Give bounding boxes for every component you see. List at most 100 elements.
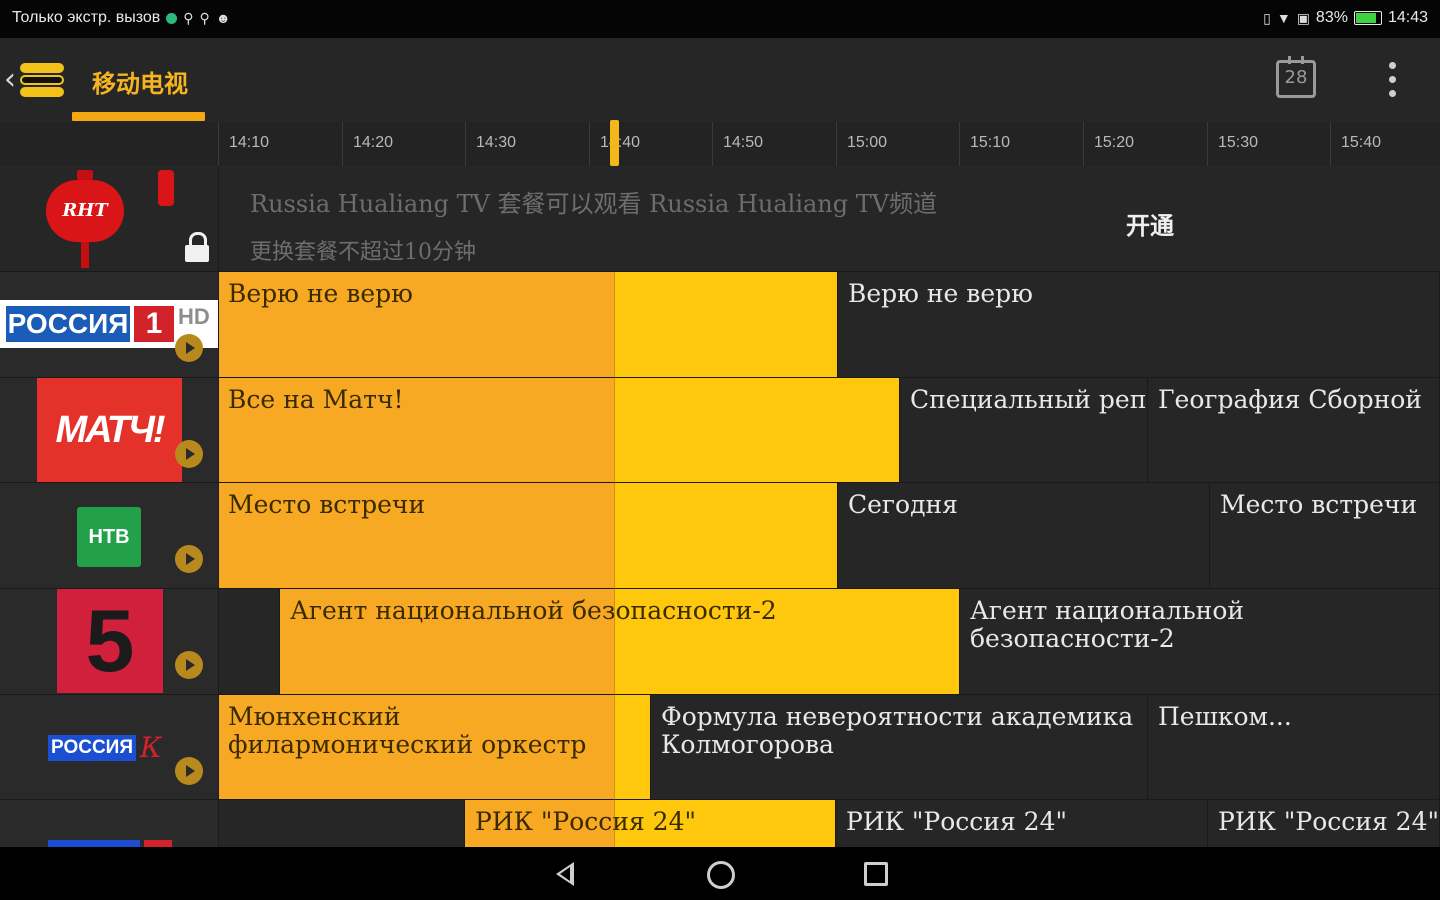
time-tick: 15:00 (836, 122, 887, 166)
time-tick-label: 14:10 (229, 134, 270, 151)
play-icon[interactable] (175, 545, 203, 573)
program-cell[interactable]: Формула невероятности академика Колмогор… (651, 695, 1148, 799)
active-tab-indicator (72, 112, 205, 121)
time-tick-label: 14:30 (476, 134, 517, 151)
logo-stripe (20, 87, 64, 97)
logo-stripe (20, 75, 64, 85)
channel-row[interactable]: Агент национальной безопасности-2 Агент н… (0, 589, 1440, 695)
program-title: Специальный репортаж (910, 385, 1147, 414)
time-tick: 15:20 (1083, 122, 1134, 166)
menu-dot (1389, 90, 1396, 97)
program-cell[interactable]: Верю не верю (218, 272, 838, 377)
ntv-channel-logo[interactable]: НТВ (77, 507, 141, 567)
program-cell[interactable] (218, 800, 465, 847)
notification-dot-icon (166, 12, 178, 24)
program-cell[interactable]: РИК "Россия 24" (1208, 800, 1440, 847)
time-tick-label: 14:50 (723, 134, 764, 151)
back-chevron-icon[interactable]: ‹ (4, 62, 16, 97)
status-right: ▯ ▼ ▣ 83% 14:43 (1263, 9, 1428, 27)
rht-channel-logo[interactable]: RHT (44, 168, 126, 270)
more-options-icon[interactable] (1380, 58, 1404, 102)
time-tick-label: 15:00 (847, 134, 888, 151)
system-navigation-bar (0, 847, 1440, 900)
app-title[interactable]: 移动电视 (92, 64, 188, 99)
logo-stripe (20, 63, 64, 73)
program-cell[interactable]: РИК "Россия 24" (836, 800, 1208, 847)
program-title: РИК "Россия 24" (846, 807, 1067, 836)
menu-dot (1389, 76, 1396, 83)
program-title: Место встречи (228, 490, 426, 519)
time-tick: 14:40 (589, 122, 640, 166)
program-cell[interactable]: Специальный репортаж (900, 378, 1148, 482)
program-cell[interactable]: Сегодня (838, 483, 1210, 588)
time-tick-label: 14:40 (600, 134, 641, 151)
match-channel-logo[interactable]: МАТЧ! (37, 378, 182, 482)
channel-row[interactable]: Верю не верю Верю не верю РОССИЯ 1 HD (0, 272, 1440, 378)
subscribe-button[interactable]: 开通 (1126, 206, 1174, 241)
channel-row[interactable]: Место встречи Сегодня Место встречи НТВ (0, 483, 1440, 589)
program-title: Место встречи (1220, 490, 1418, 519)
channel-logo-cell[interactable]: РОССИЯ К (0, 695, 219, 799)
program-cell[interactable]: Пешком... (1148, 695, 1440, 799)
logo-letter: К (140, 731, 162, 764)
package-info-text: Russia Hualiang TV 套餐可以观看 Russia Hualian… (250, 190, 938, 218)
program-cell[interactable]: Место встречи (218, 483, 838, 588)
channel-row[interactable]: РИК "Россия 24" РИК "Россия 24" РИК "Росси… (0, 800, 1440, 848)
carrier-text: Только экстр. вызов (12, 9, 161, 26)
program-cell[interactable]: Верю не верю (838, 272, 1440, 377)
usb-debug-icon: ⚲ (199, 9, 210, 26)
time-ruler[interactable]: 14:10 14:20 14:30 14:40 14:50 15:00 15:10 15:20… (0, 122, 1440, 166)
battery-saver-icon: ▣ (1296, 9, 1310, 26)
time-tick-label: 15:30 (1218, 134, 1259, 151)
program-strip: Все на Матч! Специальный репортаж Географи… (218, 378, 1440, 482)
time-tick: 15:10 (959, 122, 1010, 166)
time-tick-label: 14:20 (353, 134, 394, 151)
program-cell[interactable]: РИК "Россия 24" (465, 800, 836, 847)
program-cell[interactable]: Все на Матч! (218, 378, 900, 482)
time-tick: 15:40 (1330, 122, 1381, 166)
time-tick-label: 15:20 (1094, 134, 1135, 151)
rht-logo-text: RHT (46, 180, 124, 242)
channel-row[interactable]: Все на Матч! Специальный репортаж Географи… (0, 378, 1440, 483)
program-cell[interactable]: География Сборной (1148, 378, 1440, 482)
play-icon[interactable] (175, 651, 203, 679)
channel-logo-cell[interactable]: НТВ (0, 483, 219, 588)
play-icon[interactable] (175, 440, 203, 468)
program-title: Верю не верю (228, 279, 413, 308)
program-strip: Агент национальной безопасности-2 Агент н… (218, 589, 1440, 694)
program-title: Агент национальной безопасности-2 (970, 596, 1245, 653)
nav-recent-apps-icon[interactable] (864, 862, 888, 886)
current-time-marker (610, 120, 619, 166)
play-icon[interactable] (175, 757, 203, 785)
kultura-channel-logo[interactable]: РОССИЯ К (48, 731, 174, 764)
channel-logo-cell[interactable] (0, 800, 219, 847)
locked-channel-row[interactable]: Russia Hualiang TV 套餐可以观看 Russia Hualian… (0, 166, 1440, 272)
program-title: Пешком... (1158, 702, 1292, 731)
calendar-icon[interactable]: 28 (1276, 56, 1316, 98)
lantern-tassel (81, 242, 89, 268)
program-strip: Мюнхенский филармонический оркестр Формул… (218, 695, 1440, 799)
program-cell[interactable]: Агент национальной безопасности-2 (280, 589, 960, 694)
time-tick: 14:10 (218, 122, 269, 166)
current-time-line (614, 272, 615, 847)
play-icon[interactable] (175, 334, 203, 362)
package-change-text: 更换套餐不超过10分钟 (250, 240, 476, 265)
battery-icon (1353, 11, 1382, 25)
usb-icon: ⚲ (183, 9, 194, 26)
program-cell[interactable] (218, 589, 280, 694)
channel5-logo[interactable]: 5 (57, 589, 163, 693)
program-title: РИК "Россия 24" (475, 807, 696, 836)
program-strip: Верю не верю Верю не верю (218, 272, 1440, 377)
program-title: Формула невероятности академика Колмогор… (661, 702, 1134, 759)
program-cell[interactable]: Место встречи (1210, 483, 1440, 588)
channel-logo-cell[interactable]: 5 (0, 589, 219, 694)
program-strip: Место встречи Сегодня Место встречи (218, 483, 1440, 588)
nav-back-icon[interactable] (556, 862, 574, 886)
brand-logo[interactable] (20, 61, 64, 97)
channel-row[interactable]: Мюнхенский филармонический оркестр Формул… (0, 695, 1440, 800)
program-cell[interactable]: Мюнхенский филармонический оркестр (218, 695, 651, 799)
channel-logo-cell[interactable]: РОССИЯ 1 HD (0, 272, 219, 377)
nav-home-icon[interactable] (707, 861, 735, 889)
program-cell[interactable]: Агент национальной безопасности-2 (960, 589, 1440, 694)
channel-logo-cell[interactable]: МАТЧ! (0, 378, 219, 482)
